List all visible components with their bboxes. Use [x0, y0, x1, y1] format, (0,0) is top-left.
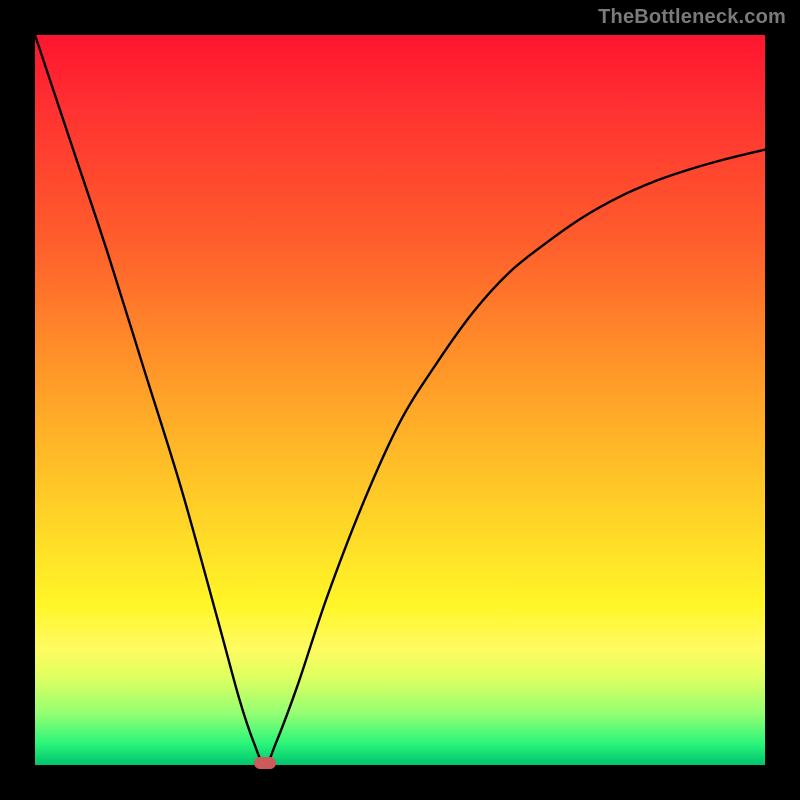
plot-area — [35, 35, 765, 765]
chart-frame: TheBottleneck.com — [0, 0, 800, 800]
watermark-text: TheBottleneck.com — [598, 6, 786, 29]
optimum-marker — [254, 757, 276, 769]
curve-svg — [35, 35, 765, 765]
bottleneck-curve-path — [35, 35, 765, 765]
